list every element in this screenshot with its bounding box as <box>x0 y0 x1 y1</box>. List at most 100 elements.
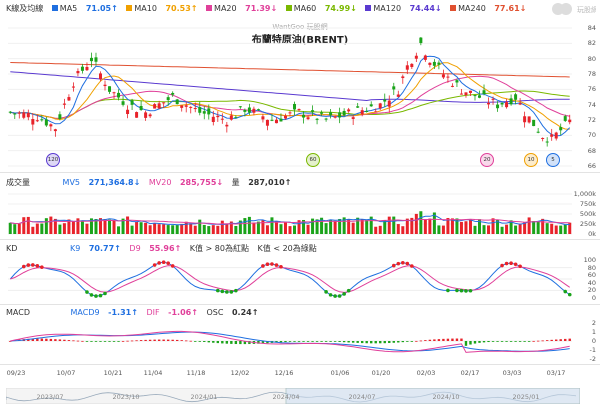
candle-body <box>162 102 166 104</box>
date-tick-label: 01/20 <box>371 369 391 377</box>
volume-bar <box>419 211 423 234</box>
kd-green-dot <box>455 288 459 293</box>
osc-bar <box>239 341 242 345</box>
volume-bar <box>306 224 310 234</box>
date-tick-label: 12/02 <box>230 369 250 377</box>
volume-bar <box>49 216 53 234</box>
candle-body <box>324 118 328 120</box>
candle-body <box>234 117 238 119</box>
osc-bar <box>166 339 170 341</box>
candle-body <box>40 119 44 121</box>
volume-bar <box>351 222 355 234</box>
ma10-label: MA10 <box>134 4 157 13</box>
kd-red-dot <box>31 263 35 267</box>
kd-green-dot <box>333 294 337 298</box>
dif-legend[interactable]: DIF -1.06↑ <box>146 308 197 317</box>
volume-bar <box>500 226 504 234</box>
candle-body <box>243 109 247 112</box>
kd-chart[interactable] <box>0 256 600 302</box>
volume-bar <box>85 223 89 234</box>
kd-legend-title: KD <box>6 244 18 253</box>
kd-green-dot <box>328 293 333 297</box>
candle-body <box>478 95 482 98</box>
divider <box>0 239 600 240</box>
candle-body <box>306 117 310 120</box>
candle-body <box>148 114 152 117</box>
osc-bar <box>103 341 107 342</box>
candle-body <box>401 76 405 79</box>
osc-bar <box>130 340 134 342</box>
osc-value: 0.24↑ <box>231 308 259 317</box>
osc-bar <box>374 341 377 344</box>
d9-legend[interactable]: D9 55.96↑ <box>129 244 181 253</box>
ma20-legend[interactable]: MA20 71.39↓ <box>206 4 277 13</box>
k9-value: 70.77↑ <box>88 244 121 253</box>
osc-label: OSC <box>206 308 224 317</box>
navigator-tick-label: 2024/07 <box>348 393 376 401</box>
volume-tick-label: 750k <box>579 200 596 208</box>
volume-bar <box>333 220 337 234</box>
candle-body <box>89 57 93 62</box>
candle-body <box>554 132 558 139</box>
kd-red-dot <box>509 261 513 265</box>
osc-bar <box>442 338 445 341</box>
osc-bar <box>284 341 287 343</box>
ma10-legend[interactable]: MA10 70.53↑ <box>126 4 198 13</box>
mv20-legend[interactable]: MV20 285,755↓ <box>149 178 223 187</box>
candle-body <box>76 71 80 74</box>
macd9-legend[interactable]: MACD9 -1.31↑ <box>71 308 138 317</box>
candle-body <box>220 118 224 120</box>
navigator-tick-label: 2025/01 <box>512 393 540 401</box>
mv5-legend[interactable]: MV5 271,364.8↓ <box>63 178 141 187</box>
candle-body <box>103 84 107 87</box>
osc-bar <box>541 340 544 342</box>
candle-body <box>342 110 346 116</box>
volume-bar <box>171 225 175 234</box>
candle-body <box>509 98 513 105</box>
volume-bar <box>441 225 445 234</box>
candle-body <box>171 92 175 95</box>
candle-body <box>320 112 324 114</box>
ma240-legend[interactable]: MA240 77.61↓ <box>450 4 526 13</box>
macd-chart[interactable] <box>0 320 600 362</box>
ma60-legend[interactable]: MA60 74.99↓ <box>285 4 357 13</box>
volume-bar <box>283 221 287 234</box>
osc-bar <box>148 339 152 341</box>
volume-current-legend[interactable]: 量 287,010↑ <box>232 178 292 187</box>
osc-bar <box>446 338 450 341</box>
ma120-legend[interactable]: MA120 74.44↓ <box>365 4 442 13</box>
candle-body <box>392 86 396 90</box>
volume-tick-label: 0k <box>588 230 596 238</box>
candle-body <box>428 62 432 65</box>
osc-bar <box>194 341 197 342</box>
volume-bar <box>356 217 360 234</box>
candle-body <box>157 103 161 109</box>
volume-bar <box>35 223 39 234</box>
osc-bar <box>212 341 215 343</box>
price-tick-label: 80 <box>587 54 596 63</box>
macd-legend: MACD MACD9 -1.31↑ DIF -1.06↑ OSC 0.24↑ <box>6 308 264 318</box>
osc-bar <box>81 340 84 342</box>
volume-bar <box>8 222 12 234</box>
ma5-legend[interactable]: MA5 71.05↑ <box>51 4 118 13</box>
volume-bar <box>274 221 278 234</box>
osc-bar <box>500 341 504 342</box>
price-chart[interactable] <box>0 18 600 168</box>
date-tick-label: 03/03 <box>502 369 522 377</box>
osc-bar <box>437 339 441 341</box>
candle-body <box>365 110 369 112</box>
volume-bar <box>117 226 121 234</box>
osc-bar <box>545 340 549 341</box>
k9-legend[interactable]: K9 70.77↑ <box>70 244 121 253</box>
volume-bar <box>162 224 166 234</box>
volume-bar <box>17 223 21 234</box>
kd-red-dot <box>513 262 518 267</box>
osc-bar <box>514 341 517 342</box>
osc-bar <box>185 340 188 342</box>
volume-bar <box>265 225 269 234</box>
osc-legend[interactable]: OSC 0.24↑ <box>206 308 258 317</box>
candle-body <box>545 141 549 143</box>
kd-green-dot <box>468 288 473 293</box>
volume-chart[interactable] <box>0 190 600 238</box>
date-tick-label: 10/07 <box>56 369 76 377</box>
